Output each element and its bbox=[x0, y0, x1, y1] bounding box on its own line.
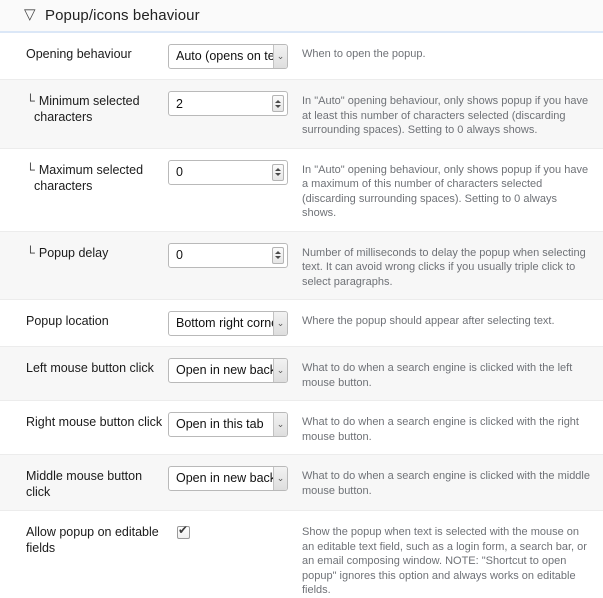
select-value: Open in new backgr bbox=[176, 363, 273, 377]
setting-label-text: Allow popup on editable fields bbox=[26, 525, 159, 555]
select-dropdown[interactable]: Bottom right corner ⌄ bbox=[168, 311, 288, 336]
select-value: Bottom right corner bbox=[176, 316, 273, 330]
select-value: Open in this tab bbox=[176, 417, 264, 431]
setting-control: Bottom right corner ⌄ bbox=[168, 310, 294, 336]
setting-label-text: Maximum selected characters bbox=[34, 162, 144, 193]
setting-description: When to open the popup. bbox=[302, 48, 426, 60]
setting-control: Auto (opens on text⌄ bbox=[168, 43, 294, 69]
setting-control: 0 bbox=[168, 159, 294, 185]
setting-label: Allow popup on editable fields bbox=[26, 521, 168, 556]
setting-label: Popup location bbox=[26, 310, 168, 329]
section-header[interactable]: Popup/icons behaviour bbox=[0, 0, 603, 33]
setting-description: In "Auto" opening behaviour, only shows … bbox=[302, 95, 589, 136]
setting-description: What to do when a search engine is click… bbox=[302, 416, 579, 443]
setting-control: Open in new backgr⌄ bbox=[168, 465, 294, 491]
setting-description: Where the popup should appear after sele… bbox=[302, 315, 555, 327]
select-dropdown[interactable]: Open in new backgr⌄ bbox=[168, 466, 288, 491]
settings-row: Popup location Bottom right corner ⌄ Where … bbox=[0, 300, 603, 347]
setting-control: 0 bbox=[168, 242, 294, 268]
triangle-down-icon[interactable] bbox=[24, 7, 36, 22]
setting-label: └ Popup delay bbox=[26, 242, 168, 261]
number-value: 0 bbox=[176, 248, 183, 262]
number-stepper[interactable]: 2 bbox=[168, 91, 288, 116]
setting-label: Opening behaviour bbox=[26, 43, 168, 62]
setting-control bbox=[168, 521, 294, 539]
settings-row: Allow popup on editable fields Show the p… bbox=[0, 511, 603, 598]
setting-description: In "Auto" opening behaviour, only shows … bbox=[302, 163, 589, 220]
setting-label: Left mouse button click bbox=[26, 357, 168, 376]
setting-description: Show the popup when text is selected wit… bbox=[302, 526, 587, 596]
tree-branch-icon: └ bbox=[26, 245, 35, 260]
setting-label: Right mouse button click bbox=[26, 411, 168, 430]
setting-label: └ Maximum selected characters bbox=[26, 159, 168, 194]
settings-row-list: Opening behaviourAuto (opens on text⌄Whe… bbox=[0, 33, 603, 598]
setting-description: What to do when a search engine is click… bbox=[302, 362, 573, 389]
chevron-down-icon[interactable]: ⌄ bbox=[273, 312, 287, 335]
section-title: Popup/icons behaviour bbox=[45, 7, 200, 24]
stepper-arrows-icon[interactable] bbox=[272, 163, 284, 181]
settings-row: └ Maximum selected characters 0 In "Auto" o… bbox=[0, 148, 603, 232]
number-stepper[interactable]: 0 bbox=[168, 242, 288, 268]
select-dropdown[interactable]: Open in this tab ⌄ bbox=[168, 412, 288, 437]
setting-label: Middle mouse button click bbox=[26, 465, 168, 500]
setting-label-text: Right mouse button click bbox=[26, 415, 163, 429]
number-stepper[interactable]: 0 bbox=[168, 159, 288, 185]
chevron-down-icon[interactable]: ⌄ bbox=[273, 45, 287, 68]
stepper-arrows-icon[interactable] bbox=[272, 95, 284, 112]
number-value: 0 bbox=[176, 165, 183, 179]
setting-label: └ Minimum selected characters bbox=[26, 90, 168, 125]
setting-label-text: Middle mouse button click bbox=[26, 469, 143, 499]
settings-panel: Popup/icons behaviour Opening behaviour A… bbox=[0, 0, 603, 598]
select-dropdown[interactable]: Open in new backgr⌄ bbox=[168, 358, 288, 383]
chevron-down-icon[interactable]: ⌄ bbox=[273, 359, 287, 382]
tree-branch-icon: └ bbox=[26, 162, 35, 177]
settings-row: Opening behaviour Auto (opens on text⌄ Whe… bbox=[0, 33, 603, 80]
number-value: 2 bbox=[176, 96, 183, 111]
settings-row: └ Minimum selected characters 2 In "Auto" o… bbox=[0, 80, 603, 149]
tree-branch-icon: └ bbox=[26, 94, 35, 108]
setting-label-text: Opening behaviour bbox=[26, 47, 132, 61]
setting-control: Open in new backgr⌄ bbox=[168, 357, 294, 383]
stepper-arrows-icon[interactable] bbox=[272, 246, 284, 264]
chevron-down-icon[interactable]: ⌄ bbox=[273, 467, 287, 490]
select-value: Auto (opens on text bbox=[176, 49, 273, 63]
settings-row: Left mouse button click Open in new backg… bbox=[0, 347, 603, 401]
setting-label-text: Minimum selected characters bbox=[34, 94, 140, 124]
setting-control: 2 bbox=[168, 90, 294, 116]
setting-control: Open in this tab ⌄ bbox=[168, 411, 294, 437]
setting-label-text: Left mouse button click bbox=[26, 361, 154, 375]
setting-label-text: Popup delay bbox=[38, 245, 109, 260]
settings-row: └ Popup delay 0 Number of milliseconds to d… bbox=[0, 231, 603, 300]
chevron-down-icon[interactable]: ⌄ bbox=[273, 413, 287, 436]
settings-row: Middle mouse button click Open in new bac… bbox=[0, 455, 603, 511]
setting-label-text: Popup location bbox=[26, 314, 109, 328]
setting-description: What to do when a search engine is click… bbox=[302, 470, 590, 497]
select-dropdown[interactable]: Auto (opens on text⌄ bbox=[168, 44, 288, 69]
setting-description: Number of milliseconds to delay the popu… bbox=[302, 246, 586, 288]
settings-row: Right mouse button click Open in this tab… bbox=[0, 401, 603, 455]
checkbox[interactable] bbox=[177, 524, 190, 539]
select-value: Open in new backgr bbox=[176, 471, 273, 485]
